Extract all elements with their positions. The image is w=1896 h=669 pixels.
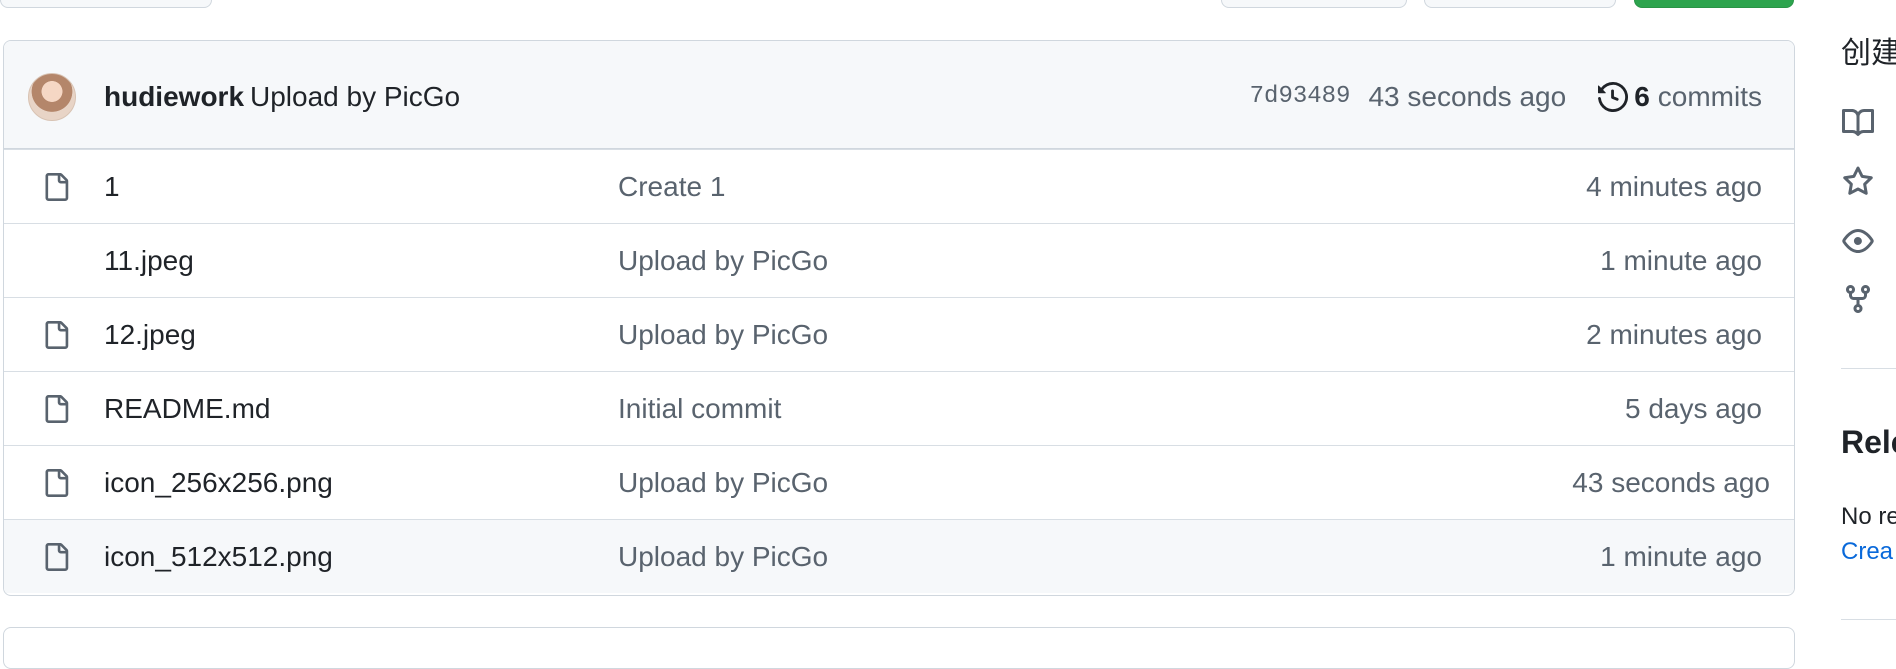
avatar[interactable] [28,73,76,121]
branch-selector-button[interactable] [0,0,212,8]
code-button[interactable] [1634,0,1794,8]
history-icon [1598,82,1629,112]
book-icon[interactable] [1842,107,1874,139]
latest-commit-summary: hudiework Upload by PicGo [104,78,460,116]
commit-sha-link[interactable]: 7d93489 [1250,78,1351,116]
sidebar-divider [1841,368,1896,369]
eye-icon[interactable] [1842,225,1874,257]
add-file-button[interactable] [1424,0,1616,8]
file-name-link[interactable]: icon_256x256.png [104,446,333,519]
commit-count: 6 [1634,81,1650,112]
file-name-link[interactable]: icon_512x512.png [104,520,333,593]
latest-commit-bar: hudiework Upload by PicGo 7d93489 43 seco… [4,41,1794,149]
about-heading: 创建 [1841,37,1896,70]
file-commit-message-link[interactable]: Upload by PicGo [618,298,828,371]
commit-time: 43 seconds ago [1368,81,1567,112]
file-age: 4 minutes ago [1586,171,1762,202]
file-age: 2 minutes ago [1586,319,1762,350]
file-commit-message-link[interactable]: Upload by PicGo [618,520,828,593]
file-commit-message-link[interactable]: Initial commit [618,372,781,445]
no-releases-text: No re [1841,503,1896,530]
releases-heading[interactable]: Rele [1841,424,1896,461]
table-row[interactable]: 11.jpeg Upload by PicGo 1 minute ago [4,223,1794,297]
sidebar-divider [1841,619,1896,620]
file-name-link[interactable]: 1 [104,150,120,223]
readme-box [3,627,1795,669]
file-age: 5 days ago [1625,393,1762,424]
file-icon [42,244,70,278]
file-age: 1 minute ago [1600,245,1762,276]
file-icon [45,395,69,423]
file-icon [45,543,69,571]
table-row[interactable]: icon_256x256.png Upload by PicGo 43 seco… [4,445,1794,519]
table-row[interactable]: icon_512x512.png Upload by PicGo 1 minut… [4,519,1794,593]
file-commit-message-link[interactable]: Upload by PicGo [618,224,828,297]
commit-message-link[interactable]: Upload by PicGo [250,81,460,112]
fork-icon[interactable] [1842,283,1874,315]
file-age: 1 minute ago [1600,541,1762,572]
file-name-link[interactable]: README.md [104,372,270,445]
commit-author-link[interactable]: hudiework [104,81,244,112]
file-table: hudiework Upload by PicGo 7d93489 43 seco… [3,40,1795,596]
table-row[interactable]: README.md Initial commit 5 days ago [4,371,1794,445]
table-row[interactable]: 1 Create 1 4 minutes ago [4,149,1794,223]
table-row[interactable]: 12.jpeg Upload by PicGo 2 minutes ago [4,297,1794,371]
file-commit-message-link[interactable]: Create 1 [618,150,725,223]
file-commit-message-link[interactable]: Upload by PicGo [618,446,828,519]
file-icon [45,173,69,201]
go-to-file-button[interactable] [1221,0,1407,8]
star-icon[interactable] [1842,166,1874,198]
file-icon [45,321,69,349]
file-name-link[interactable]: 11.jpeg [104,224,194,297]
commits-history-link[interactable]: 6 commits [1598,78,1762,116]
commit-count-label: commits [1657,81,1762,112]
file-icon [45,469,69,497]
create-release-link[interactable]: Crea [1841,538,1893,566]
file-name-link[interactable]: 12.jpeg [104,298,196,371]
file-age: 43 seconds ago [1572,467,1770,498]
commit-meta: 7d93489 43 seconds ago 6 commits [1250,78,1762,116]
